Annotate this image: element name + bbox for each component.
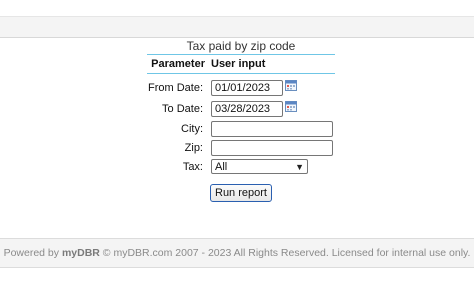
to-date-row: To Date: — [147, 99, 335, 118]
footer-copyright: © myDBR.com 2007 - 2023 All Rights Reser… — [99, 247, 471, 259]
from-date-row: From Date: — [147, 78, 335, 97]
zip-label: Zip: — [184, 141, 203, 154]
city-input[interactable] — [211, 120, 333, 137]
tax-row: Tax: All ▼ — [147, 157, 335, 176]
footer: Powered by myDBR © myDBR.com 2007 - 2023… — [0, 238, 474, 268]
calendar-icon[interactable] — [285, 79, 297, 91]
tax-select-value: All — [215, 160, 228, 173]
footer-prefix: Powered by — [3, 247, 62, 259]
from-date-label: From Date: — [147, 81, 203, 94]
to-date-input[interactable] — [211, 100, 283, 117]
city-label: City: — [181, 122, 203, 135]
zip-input[interactable] — [211, 139, 333, 156]
footer-brand-link[interactable]: myDBR — [62, 247, 100, 259]
chevron-down-icon: ▼ — [295, 161, 304, 172]
tax-label: Tax: — [182, 160, 203, 173]
to-date-label: To Date: — [162, 102, 203, 115]
tax-select[interactable]: All ▼ — [211, 159, 308, 174]
calendar-icon[interactable] — [285, 100, 297, 112]
zip-row: Zip: — [147, 138, 335, 157]
city-row: City: — [147, 119, 335, 138]
from-date-input[interactable] — [211, 79, 283, 96]
run-report-button[interactable]: Run report — [210, 184, 272, 202]
